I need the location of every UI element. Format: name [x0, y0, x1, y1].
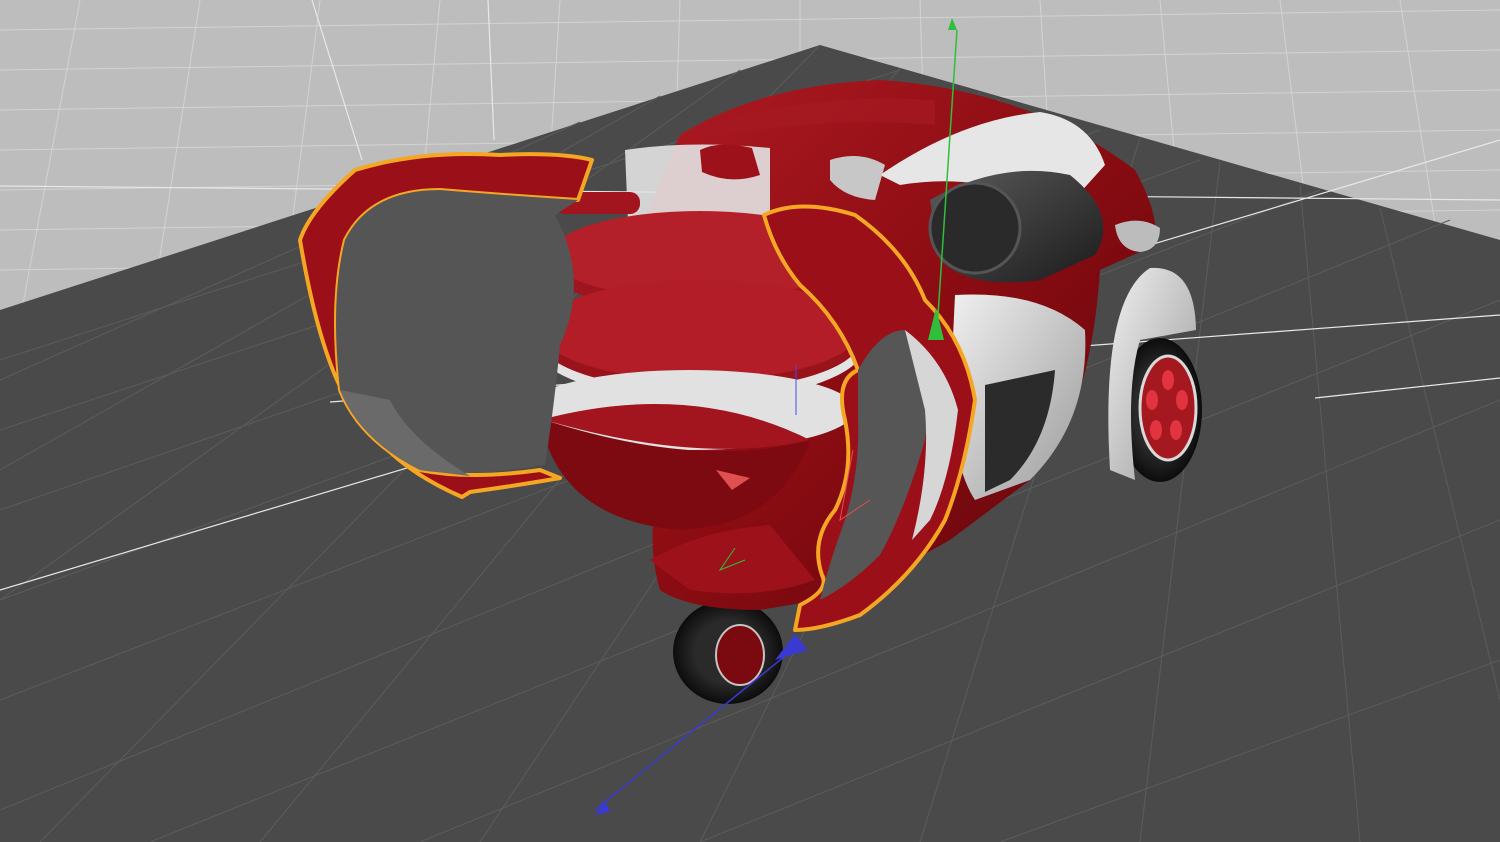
3d-viewport[interactable]	[0, 0, 1500, 842]
rear-wheel[interactable]	[673, 600, 783, 704]
viewport-canvas[interactable]	[0, 0, 1500, 842]
